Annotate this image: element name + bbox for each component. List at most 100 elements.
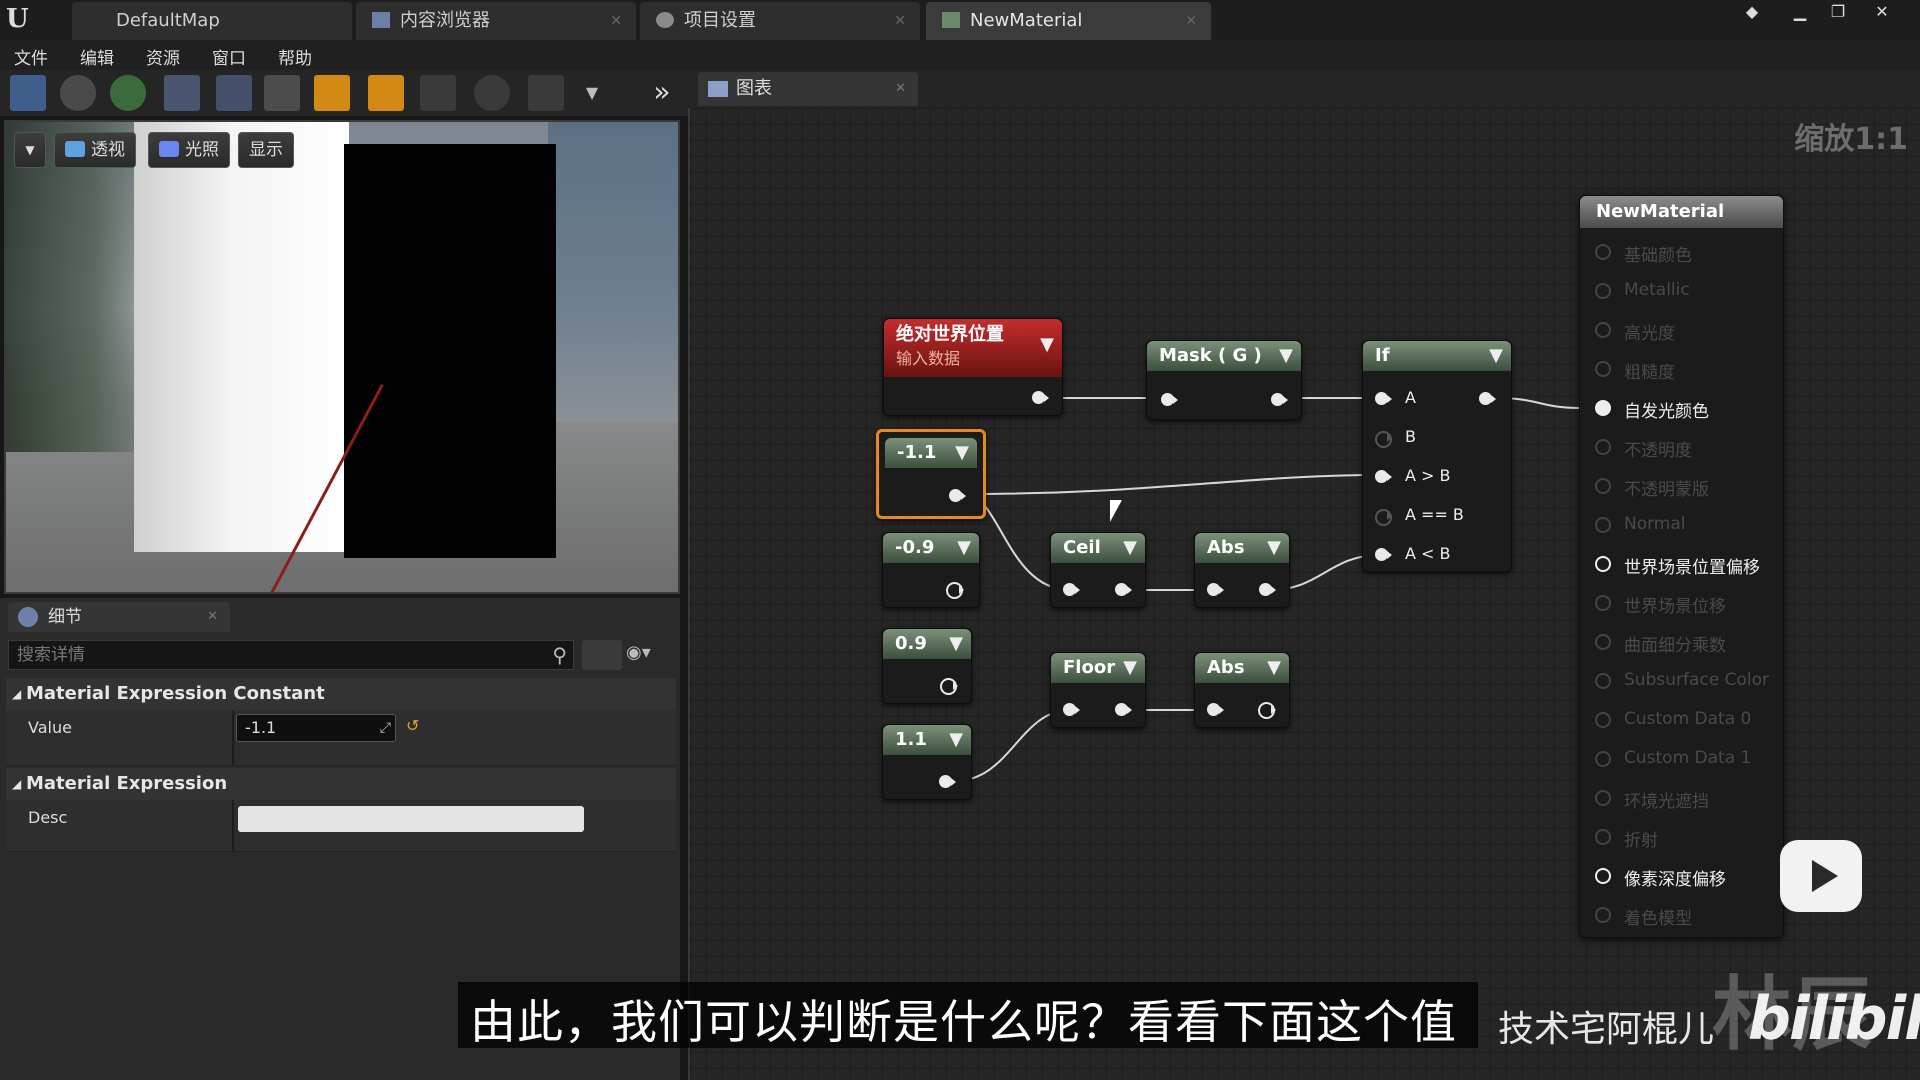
node-header: 绝对世界位置 输入数据 ▼ xyxy=(884,319,1062,377)
input-pin[interactable] xyxy=(1594,906,1612,924)
pin-label: A > B xyxy=(1405,466,1451,485)
node-abs-2[interactable]: Abs ▼ xyxy=(1194,652,1290,728)
node-ceil[interactable]: Ceil ▼ xyxy=(1050,532,1146,608)
node-header: 0.9 ▼ xyxy=(883,629,971,659)
node-constant-1-1[interactable]: 1.1 ▼ xyxy=(882,724,972,800)
output-pin[interactable] xyxy=(945,581,964,599)
node-if[interactable]: If ▼ A B A > B A == B A < B xyxy=(1362,340,1512,572)
node-mask-g[interactable]: Mask ( G ) ▼ xyxy=(1146,340,1302,420)
result-input-shading-model: 着色模型 xyxy=(1624,909,1692,929)
node-constant-neg-0-9[interactable]: -0.9 ▼ xyxy=(882,532,980,608)
input-pin[interactable] xyxy=(1594,867,1612,885)
chevron-down-icon[interactable]: ▼ xyxy=(949,629,963,659)
node-title: Abs xyxy=(1207,657,1245,678)
result-input-tessellation: 曲面细分乘数 xyxy=(1624,636,1726,656)
input-pin[interactable] xyxy=(1159,391,1178,409)
bilibili-tv-icon xyxy=(1780,840,1862,912)
output-pin[interactable] xyxy=(1477,390,1496,408)
result-input-pixel-depth-offset: 像素深度偏移 xyxy=(1624,870,1726,890)
pin-label: B xyxy=(1405,427,1416,446)
result-input-world-position-offset: 世界场景位置偏移 xyxy=(1624,558,1760,578)
input-pin[interactable] xyxy=(1205,581,1224,599)
result-title: NewMaterial xyxy=(1580,196,1783,228)
input-pin[interactable] xyxy=(1594,282,1612,300)
input-pin-a-greater-b[interactable] xyxy=(1373,468,1392,486)
chevron-down-icon[interactable]: ▼ xyxy=(949,725,963,755)
result-input-base-color: 基础颜色 xyxy=(1624,246,1692,266)
input-pin[interactable] xyxy=(1594,360,1612,378)
node-header: -0.9 ▼ xyxy=(883,533,979,563)
input-pin[interactable] xyxy=(1594,438,1612,456)
chevron-down-icon[interactable]: ▼ xyxy=(1123,533,1137,563)
input-pin[interactable] xyxy=(1061,581,1080,599)
node-title: Ceil xyxy=(1063,537,1101,558)
result-input-custom-data-1: Custom Data 1 xyxy=(1624,748,1752,768)
node-header: Floor ▼ xyxy=(1051,653,1145,683)
node-header: -1.1 ▼ xyxy=(885,438,977,468)
input-pin-a-less-b[interactable] xyxy=(1373,546,1392,564)
node-floor[interactable]: Floor ▼ xyxy=(1050,652,1146,728)
chevron-down-icon[interactable]: ▼ xyxy=(1040,333,1054,357)
output-pin[interactable] xyxy=(1113,581,1132,599)
output-pin[interactable] xyxy=(1030,389,1049,407)
node-title: 1.1 xyxy=(895,729,927,750)
node-header: Mask ( G ) ▼ xyxy=(1147,341,1301,371)
output-pin[interactable] xyxy=(1269,391,1288,409)
result-input-world-displacement: 世界场景位移 xyxy=(1624,597,1726,617)
input-pin[interactable] xyxy=(1594,633,1612,651)
node-title: Mask ( G ) xyxy=(1159,345,1262,366)
input-pin[interactable] xyxy=(1594,750,1612,768)
bilibili-logo: bilibili xyxy=(1748,984,1920,1054)
node-header: Abs ▼ xyxy=(1195,653,1289,683)
result-input-opacity: 不透明度 xyxy=(1624,441,1692,461)
result-input-opacity-mask: 不透明蒙版 xyxy=(1624,480,1709,500)
input-pin[interactable] xyxy=(1594,789,1612,807)
result-input-emissive: 自发光颜色 xyxy=(1624,402,1709,422)
node-title: Abs xyxy=(1207,537,1245,558)
chevron-down-icon[interactable]: ▼ xyxy=(957,533,971,563)
chevron-down-icon[interactable]: ▼ xyxy=(1489,341,1503,371)
input-pin[interactable] xyxy=(1594,828,1612,846)
input-pin[interactable] xyxy=(1594,321,1612,339)
chevron-down-icon[interactable]: ▼ xyxy=(1279,341,1293,371)
chevron-down-icon[interactable]: ▼ xyxy=(1267,653,1281,683)
input-pin[interactable] xyxy=(1594,477,1612,495)
result-input-custom-data-0: Custom Data 0 xyxy=(1624,709,1752,729)
input-pin[interactable] xyxy=(1594,555,1612,573)
input-pin[interactable] xyxy=(1594,399,1612,417)
node-title: -1.1 xyxy=(897,442,937,463)
output-pin[interactable] xyxy=(1257,701,1276,719)
node-title: Floor xyxy=(1063,657,1116,678)
mouse-cursor-icon xyxy=(1110,500,1122,522)
input-pin[interactable] xyxy=(1594,243,1612,261)
result-input-normal: Normal xyxy=(1624,514,1686,534)
chevron-down-icon[interactable]: ▼ xyxy=(1123,653,1137,683)
input-pin-a-equals-b[interactable] xyxy=(1373,507,1392,526)
input-pin[interactable] xyxy=(1594,672,1612,690)
output-pin[interactable] xyxy=(1257,581,1276,599)
node-material-result[interactable]: NewMaterial 基础颜色 Metallic 高光度 粗糙度 自发光颜色 … xyxy=(1579,195,1784,938)
node-header: 1.1 ▼ xyxy=(883,725,971,755)
node-title: 0.9 xyxy=(895,633,927,654)
chevron-down-icon[interactable]: ▼ xyxy=(1267,533,1281,563)
input-pin[interactable] xyxy=(1594,594,1612,612)
chevron-down-icon[interactable]: ▼ xyxy=(955,438,969,468)
input-pin[interactable] xyxy=(1594,711,1612,729)
result-input-ambient-occlusion: 环境光遮挡 xyxy=(1624,792,1709,812)
node-absolute-world-position[interactable]: 绝对世界位置 输入数据 ▼ xyxy=(883,318,1063,416)
output-pin[interactable] xyxy=(937,773,956,791)
input-pin[interactable] xyxy=(1061,701,1080,719)
node-abs-1[interactable]: Abs ▼ xyxy=(1194,532,1290,608)
node-constant-0-9[interactable]: 0.9 ▼ xyxy=(882,628,972,704)
result-input-refraction: 折射 xyxy=(1624,831,1658,851)
output-pin[interactable] xyxy=(1113,701,1132,719)
output-pin[interactable] xyxy=(939,677,958,695)
input-pin-b[interactable] xyxy=(1373,429,1392,448)
node-constant-neg-1-1[interactable]: -1.1 ▼ xyxy=(876,429,986,519)
result-input-specular: 高光度 xyxy=(1624,324,1675,344)
node-header: If ▼ xyxy=(1363,341,1511,371)
input-pin-a[interactable] xyxy=(1373,390,1392,408)
input-pin[interactable] xyxy=(1205,701,1224,719)
input-pin[interactable] xyxy=(1594,516,1612,534)
output-pin[interactable] xyxy=(947,487,966,505)
